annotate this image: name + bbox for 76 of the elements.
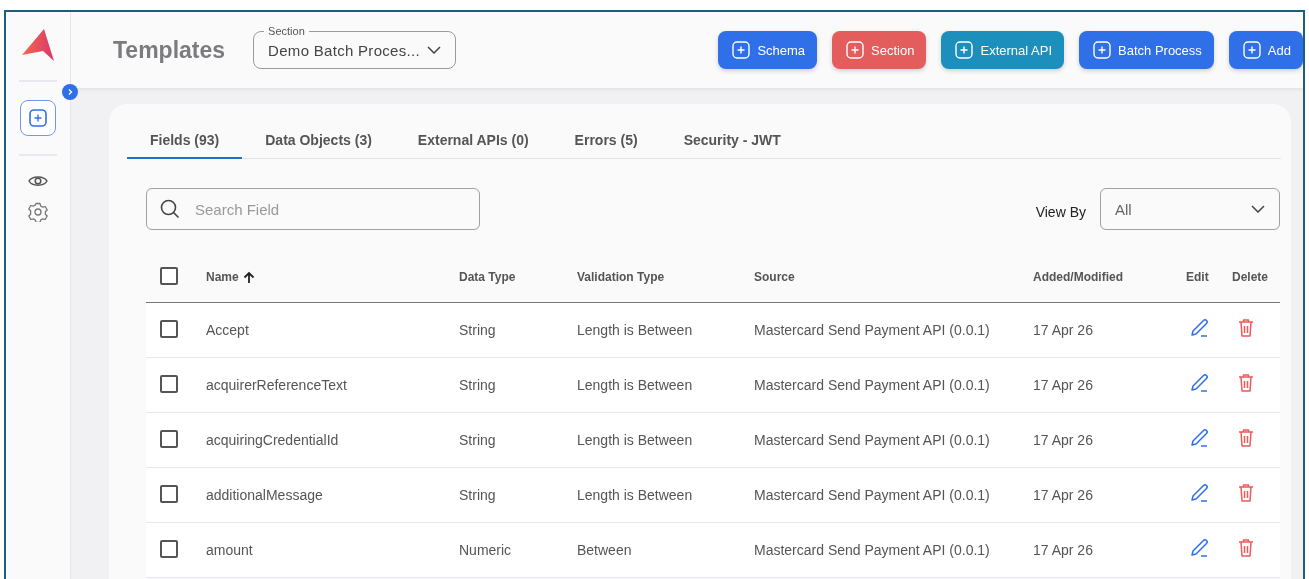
logo-icon [21, 28, 55, 62]
plus-square-icon [1093, 41, 1112, 59]
table-cell-text: Mastercard Send Payment API (0.0.1) [754, 322, 991, 338]
expand-button[interactable] [62, 84, 78, 100]
search-icon [160, 199, 180, 219]
table-cell-text: Numeric [459, 542, 513, 558]
settings-icon[interactable] [28, 202, 48, 222]
search-field[interactable]: Search Field [146, 188, 480, 230]
table-cell-text: Length is Between [577, 487, 694, 503]
table-cell-text: Mastercard Send Payment API (0.0.1) [754, 432, 991, 448]
table-cell-text: 17 Apr 26 [1033, 542, 1094, 558]
chevron-right-icon [66, 88, 74, 96]
view-by-label: View By [1035, 204, 1086, 220]
add-action-button[interactable]: Schema [718, 31, 818, 69]
column-header[interactable]: Data Type [459, 270, 516, 284]
page-title: Templates [113, 36, 226, 64]
select-all-checkbox[interactable] [160, 267, 178, 285]
table-cell-text: 17 Apr 26 [1033, 322, 1094, 338]
add-action-button[interactable]: External API [941, 31, 1065, 69]
row-checkbox[interactable] [160, 540, 178, 558]
table-cell-text: 17 Apr 26 [1033, 377, 1094, 393]
add-button[interactable] [20, 100, 56, 136]
column-header[interactable]: Edit [1186, 270, 1209, 284]
table-cell-text: Between [577, 542, 633, 558]
add-action-button[interactable]: Add [1228, 31, 1303, 69]
tab[interactable]: Fields (93) [127, 124, 243, 159]
table-cell-text: Length is Between [577, 322, 694, 338]
table-cell-text: Mastercard Send Payment API (0.0.1) [754, 377, 991, 393]
view-by-select[interactable]: All [1100, 188, 1280, 230]
table-cell-text: String [459, 377, 497, 393]
plus-square-icon [846, 41, 865, 59]
table-cell-text: additionalMessage [206, 487, 324, 503]
add-action-button[interactable]: Section [832, 31, 927, 69]
table-cell-text: amount [206, 542, 254, 558]
table-cell-text: Mastercard Send Payment API (0.0.1) [754, 487, 991, 503]
table-cell-text: String [459, 487, 497, 503]
table-cell-text: Mastercard Send Payment API (0.0.1) [754, 542, 991, 558]
table-cell-text: 17 Apr 26 [1033, 487, 1094, 503]
select-value: Demo Batch Proces... [268, 41, 420, 59]
column-header[interactable]: Name [206, 270, 239, 284]
row-checkbox[interactable] [160, 375, 178, 393]
table-cell-text: 17 Apr 26 [1033, 432, 1094, 448]
select-value: All [1115, 200, 1132, 218]
edit-pencil-icon[interactable] [1189, 482, 1211, 504]
plus-square-icon [1242, 41, 1261, 59]
select-label: Section [264, 25, 309, 37]
edit-pencil-icon[interactable] [1189, 317, 1211, 339]
table-cell-text: Length is Between [577, 377, 694, 393]
table-cell-text: String [459, 432, 497, 448]
column-header[interactable]: Delete [1232, 270, 1269, 284]
edit-pencil-icon[interactable] [1189, 537, 1211, 559]
sort-arrow-icon[interactable] [242, 270, 255, 284]
edit-pencil-icon[interactable] [1189, 372, 1211, 394]
chevron-down-icon [427, 46, 442, 54]
plus-square-icon [29, 109, 47, 127]
table-cell-text: Accept [206, 322, 250, 338]
eye-icon[interactable] [28, 174, 48, 188]
tab[interactable]: Data Objects (3) [242, 124, 395, 159]
column-header[interactable]: Validation Type [577, 270, 665, 284]
column-header[interactable]: Source [754, 270, 795, 284]
tab[interactable]: Security - JWT [660, 124, 804, 159]
tab[interactable]: External APIs (0) [394, 124, 552, 159]
plus-square-icon [732, 41, 751, 59]
add-action-button[interactable]: Batch Process [1079, 31, 1214, 69]
row-checkbox[interactable] [160, 320, 178, 338]
column-header[interactable]: Added/Modified [1033, 270, 1123, 284]
plus-square-icon [955, 41, 974, 59]
row-checkbox[interactable] [160, 485, 178, 503]
table-cell-text: acquiringCredentialId [206, 432, 340, 448]
table-cell-text: acquirerReferenceText [206, 377, 348, 393]
chevron-down-icon [1251, 205, 1265, 213]
tab[interactable]: Errors (5) [551, 124, 661, 159]
row-checkbox[interactable] [160, 430, 178, 448]
table-cell-text: Length is Between [577, 432, 694, 448]
edit-pencil-icon[interactable] [1189, 427, 1211, 449]
table-cell-text: String [459, 322, 497, 338]
